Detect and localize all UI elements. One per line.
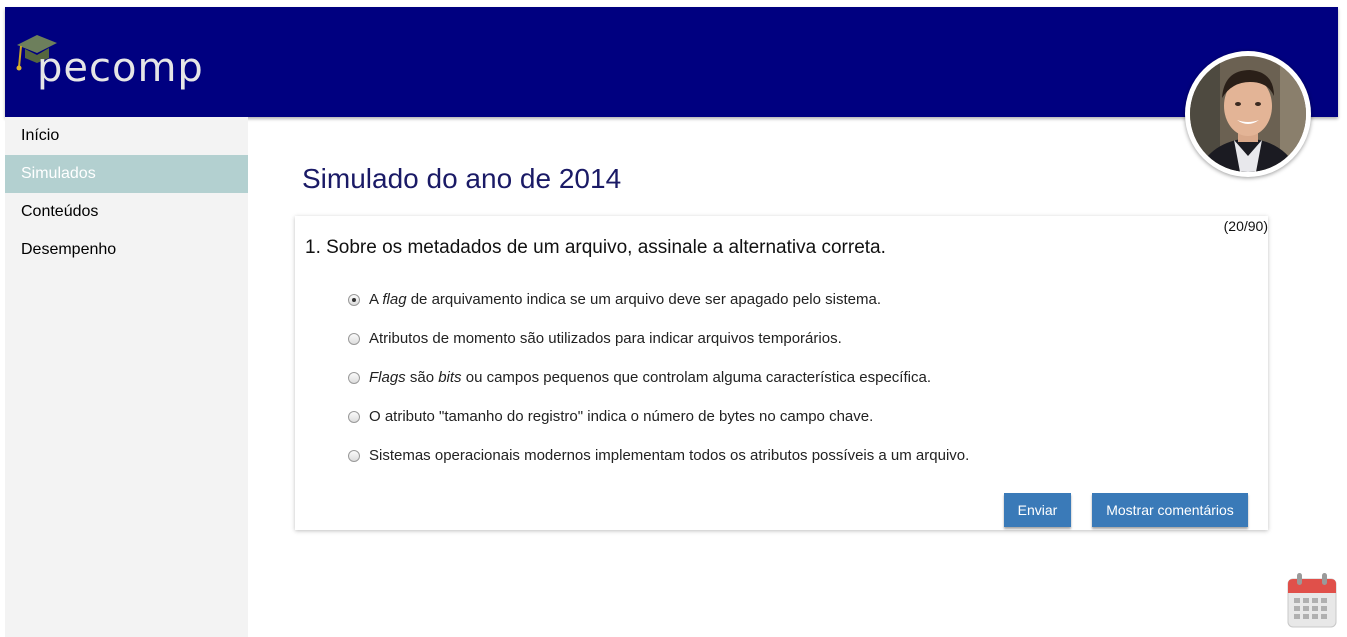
answer-option-label: Atributos de momento são utilizados para… [369,330,842,347]
radio-button[interactable] [348,332,360,345]
radio-button[interactable] [348,293,360,306]
answer-option-label: Sistemas operacionais modernos implement… [369,447,969,464]
answer-option-text: Flags [369,369,406,386]
answer-option-text: Sistemas operacionais modernos implement… [369,447,970,464]
logo-text: pecomp [37,45,204,91]
answer-option-text: ou campos pequenos que controlam alguma … [461,369,931,386]
page-title: Simulado do ano de 2014 [302,163,622,194]
radio-button[interactable] [348,410,360,423]
answer-options: A flag de arquivamento indica se um arqu… [348,280,969,475]
answer-option-3[interactable]: Flags são bits ou campos pequenos que co… [348,358,969,397]
answer-option-text: são [405,369,439,386]
sidebar-item-inicio[interactable]: Início [5,117,248,155]
send-button[interactable]: Enviar [1004,493,1071,527]
answer-option-1[interactable]: A flag de arquivamento indica se um arqu… [348,280,969,319]
calendar-icon[interactable] [1286,571,1338,629]
answer-option-text: flag [382,291,407,308]
question-card: (20/90) 1. Sobre os metadados de um arqu… [295,216,1268,530]
answer-option-text: Atributos de momento são utilizados para… [369,330,842,347]
pecomp-logo[interactable]: pecomp [15,31,205,101]
sidebar-item-conteudos[interactable]: Conteúdos [5,193,248,231]
avatar[interactable] [1185,51,1311,177]
answer-option-4[interactable]: O atributo "tamanho do registro" indica … [348,397,969,436]
answer-option-label: A flag de arquivamento indica se um arqu… [369,291,881,308]
answer-option-label: O atributo "tamanho do registro" indica … [369,408,873,425]
answer-option-text: A [369,291,383,308]
sidebar: Início Simulados Conteúdos Desempenho [5,117,248,637]
sidebar-item-desempenho[interactable]: Desempenho [5,231,248,269]
avatar-photo [1190,56,1306,172]
radio-button[interactable] [348,449,360,462]
answer-option-text: O atributo "tamanho do registro" indica … [369,408,874,425]
sidebar-item-simulados[interactable]: Simulados [5,155,248,193]
answer-option-text: bits [438,369,462,386]
radio-button[interactable] [348,371,360,384]
answer-option-label: Flags são bits ou campos pequenos que co… [369,369,931,386]
answer-option-text: de arquivamento indica se um arquivo dev… [406,291,881,308]
answer-option-5[interactable]: Sistemas operacionais modernos implement… [348,436,969,475]
show-comments-button[interactable]: Mostrar comentários [1092,493,1248,527]
app-header: pecomp [5,7,1338,117]
answer-option-2[interactable]: Atributos de momento são utilizados para… [348,319,969,358]
question-counter: (20/90) [1223,218,1268,234]
question-text: 1. Sobre os metadados de um arquivo, ass… [305,237,886,258]
